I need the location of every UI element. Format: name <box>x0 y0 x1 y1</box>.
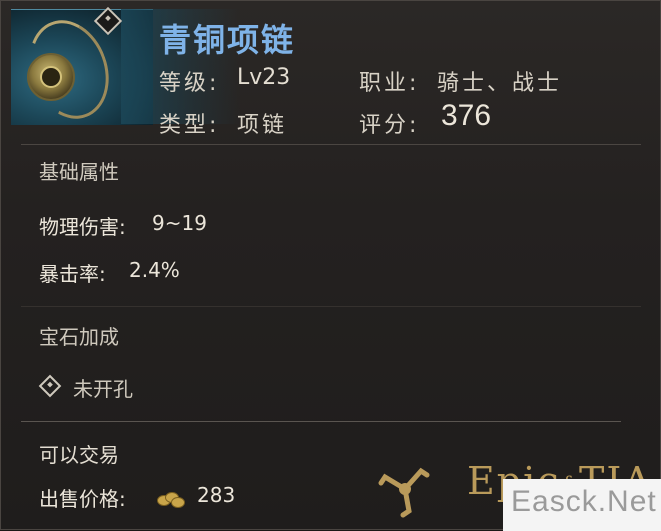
base-attributes-title: 基础属性 <box>39 160 119 184</box>
stat-crit-rate-value: 2.4% <box>129 258 180 282</box>
pendant-core-icon <box>40 66 62 88</box>
type-value: 项链 <box>237 113 288 138</box>
gold-coin-icon <box>157 489 185 508</box>
score-label: 评分: <box>359 113 420 138</box>
level-label: 等级: <box>159 71 220 96</box>
gem-bonus-title: 宝石加成 <box>39 325 119 349</box>
gem-slot-status: 未开孔 <box>73 377 133 401</box>
header-divider <box>21 144 641 145</box>
gem-socket-icon <box>38 374 62 398</box>
stat-physical-damage-value: 9~19 <box>152 211 207 235</box>
watermark-text: Easck.Net <box>511 485 657 518</box>
trade-divider <box>21 421 621 422</box>
stat-physical-damage-label: 物理伤害: <box>39 215 126 239</box>
sell-price-value: 283 <box>197 483 236 507</box>
tradable-text: 可以交易 <box>39 443 119 467</box>
class-label: 职业: <box>359 71 420 96</box>
item-name: 青铜项链 <box>159 21 296 59</box>
item-header: 青铜项链 等级: Lv23 职业: 骑士、战士 类型: 项链 评分: 376 <box>1 1 661 141</box>
attributes-divider <box>21 306 641 307</box>
sell-price-label: 出售价格: <box>39 487 126 511</box>
triskelion-logo-icon <box>378 467 430 518</box>
class-value: 骑士、战士 <box>437 71 563 96</box>
type-label: 类型: <box>159 113 220 138</box>
item-tooltip-panel: 青铜项链 等级: Lv23 职业: 骑士、战士 类型: 项链 评分: 376 基… <box>0 0 661 531</box>
level-value: Lv23 <box>237 65 291 90</box>
stat-crit-rate-label: 暴击率: <box>39 262 106 286</box>
score-value: 376 <box>441 99 492 132</box>
